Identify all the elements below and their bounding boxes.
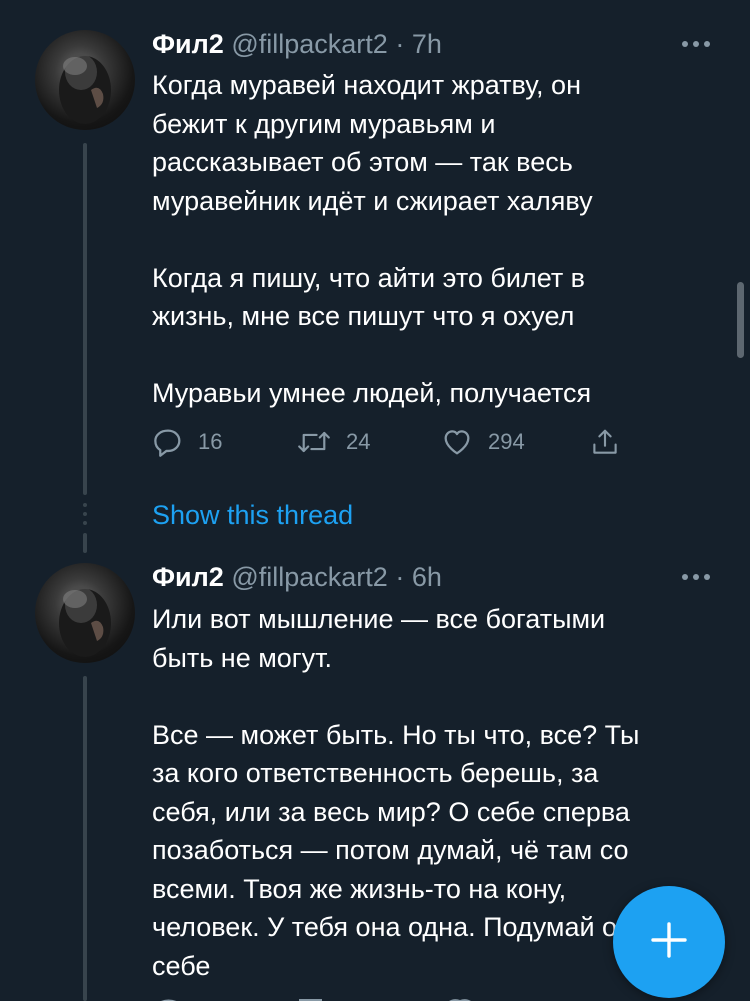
- heart-icon: [440, 426, 474, 458]
- thread-connector: [83, 533, 87, 553]
- share-icon: [590, 426, 620, 458]
- retweet-count: 24: [346, 429, 371, 454]
- tweet-header: Фил2 @fillpackart2 · 6h: [152, 561, 442, 593]
- thread-connector: [83, 676, 87, 1001]
- reply-icon: [152, 426, 184, 458]
- tweet-text: Когда муравей находит жратву, он бежит к…: [152, 70, 593, 408]
- retweet-button[interactable]: 24: [296, 424, 370, 460]
- plus-icon: [649, 920, 689, 965]
- thread-gap-dots: [83, 503, 87, 530]
- reply-button[interactable]: 16: [152, 424, 222, 460]
- thread-connector: [83, 143, 87, 495]
- show-thread-link[interactable]: Show this thread: [152, 498, 353, 532]
- separator: ·: [395, 29, 405, 59]
- more-icon[interactable]: [682, 39, 716, 49]
- tweet-time[interactable]: 6h: [412, 562, 442, 592]
- more-icon[interactable]: [682, 572, 716, 582]
- author-name[interactable]: Фил2: [152, 562, 224, 592]
- tweet-header: Фил2 @fillpackart2 · 7h: [152, 28, 442, 60]
- author-handle[interactable]: @fillpackart2: [231, 562, 387, 592]
- like-count: 294: [488, 429, 525, 454]
- tweet-time[interactable]: 7h: [412, 29, 442, 59]
- retweet-icon: [296, 426, 332, 458]
- scrollbar[interactable]: [737, 282, 744, 358]
- author-name[interactable]: Фил2: [152, 29, 224, 59]
- separator: ·: [395, 562, 405, 592]
- compose-button[interactable]: [613, 886, 725, 998]
- like-button[interactable]: 294: [440, 424, 525, 460]
- timeline: Фил2 @fillpackart2 · 7h Когда муравей на…: [0, 0, 750, 1001]
- tweet-actions-partial: [152, 992, 622, 1001]
- avatar[interactable]: [35, 563, 135, 663]
- author-handle[interactable]: @fillpackart2: [231, 29, 387, 59]
- avatar[interactable]: [35, 30, 135, 130]
- share-button[interactable]: [590, 424, 620, 460]
- tweet-actions: 16 24 294: [152, 424, 632, 460]
- reply-count: 16: [198, 429, 223, 454]
